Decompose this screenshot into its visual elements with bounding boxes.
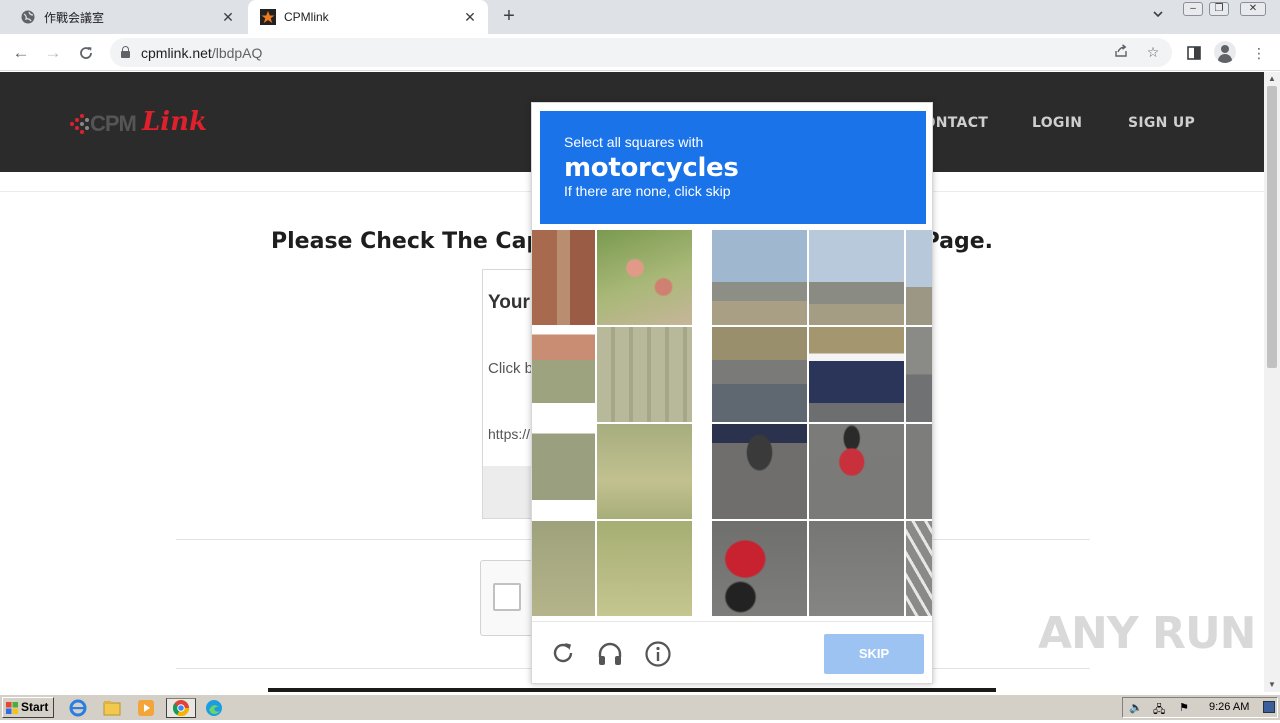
new-tab-button[interactable]: + (498, 6, 520, 28)
challenge-tile[interactable] (712, 424, 807, 519)
challenge-tile[interactable] (906, 230, 932, 325)
start-button[interactable]: Start (2, 697, 54, 718)
explorer-folder-icon[interactable] (102, 698, 126, 718)
kebab-menu-icon[interactable]: ⋮ (1248, 42, 1270, 64)
minimize-button[interactable]: – (1183, 2, 1203, 16)
tab-inactive[interactable]: 作戰会議室 ✕ (0, 0, 246, 34)
challenge-tile[interactable] (597, 424, 692, 519)
challenge-tile[interactable] (597, 521, 692, 616)
challenge-tile[interactable] (809, 424, 904, 519)
challenge-tile[interactable] (532, 424, 595, 519)
page-viewport: CPM Link CONTACT LOGIN SIGN UP Please Ch… (0, 72, 1264, 692)
show-desktop-icon[interactable] (1263, 701, 1275, 713)
network-icon[interactable]: 🖧 (1153, 701, 1165, 720)
globe-icon (20, 9, 36, 25)
tab-close-icon[interactable]: ✕ (220, 9, 236, 25)
reload-icon[interactable] (74, 41, 98, 65)
scrollbar-thumb[interactable] (1267, 86, 1277, 368)
scroll-down-arrow-icon[interactable]: ▼ (1264, 678, 1280, 692)
cpmlink-favicon-icon (260, 9, 276, 25)
challenge-tile[interactable] (809, 521, 904, 616)
ie-icon[interactable] (68, 698, 92, 718)
challenge-tile[interactable] (906, 424, 932, 519)
window-close-button[interactable]: ✕ (1240, 2, 1266, 16)
share-icon[interactable] (1112, 43, 1130, 61)
profile-avatar-icon[interactable] (1214, 41, 1236, 63)
refresh-icon[interactable] (550, 640, 578, 668)
challenge-tile[interactable] (597, 230, 692, 325)
chrome-icon (172, 700, 190, 717)
media-player-icon[interactable] (136, 698, 160, 718)
prompt-hint: If there are none, click skip (564, 183, 731, 199)
logo-dots-icon (70, 114, 89, 134)
challenge-tile[interactable] (809, 327, 904, 422)
url-text: cpmlink.net/lbdpAQ (141, 45, 263, 61)
nav-login-link[interactable]: LOGIN (1032, 115, 1082, 131)
challenge-image-grid (532, 230, 932, 616)
tab-active[interactable]: CPMlink ✕ (248, 0, 488, 34)
challenge-tile[interactable] (712, 327, 807, 422)
prompt-instruction: Select all squares with (564, 134, 704, 150)
volume-icon[interactable]: 🔈 (1129, 701, 1143, 714)
challenge-tile[interactable] (597, 327, 692, 422)
challenge-prompt: Select all squares with motorcycles If t… (540, 111, 926, 224)
challenge-tile[interactable] (712, 230, 807, 325)
challenge-tile[interactable] (906, 327, 932, 422)
chrome-taskbar-button[interactable] (166, 698, 196, 718)
clock: 9:26 AM (1209, 701, 1250, 713)
flag-icon[interactable]: ⚑ (1179, 701, 1189, 714)
cpmlink-logo[interactable]: CPM Link (66, 105, 208, 141)
side-panel-icon[interactable] (1183, 42, 1205, 64)
lock-icon[interactable] (121, 46, 130, 58)
challenge-tile[interactable] (532, 521, 595, 616)
info-icon[interactable] (644, 640, 672, 668)
bottom-banner (268, 688, 996, 692)
system-tray: 🔈 🖧 ⚑ 9:26 AM (1122, 697, 1278, 718)
tab-search-chevron-icon[interactable] (1152, 8, 1164, 23)
browser-toolbar: ← → cpmlink.net/lbdpAQ ☆ ⋮ (0, 34, 1280, 71)
edge-icon[interactable] (204, 698, 228, 718)
tab-title: 作戰会議室 (44, 10, 105, 25)
page-scrollbar[interactable]: ▲ ▼ (1264, 72, 1280, 692)
tab-bar: 作戰会議室 ✕ CPMlink ✕ + – ❐ ✕ (0, 0, 1280, 34)
captcha-checkbox[interactable] (493, 583, 521, 611)
windows-flag-icon (6, 702, 18, 714)
challenge-footer: SKIP (532, 621, 932, 683)
nav-signup-link[interactable]: SIGN UP (1128, 115, 1195, 131)
tab-close-icon[interactable]: ✕ (462, 9, 478, 25)
logo-text-cpm: CPM (90, 111, 137, 136)
scroll-up-arrow-icon[interactable]: ▲ (1264, 72, 1280, 86)
tab-title: CPMlink (284, 10, 329, 24)
audio-headphones-icon[interactable] (596, 640, 624, 668)
start-label: Start (21, 700, 49, 714)
back-arrow-icon[interactable]: ← (9, 41, 33, 65)
challenge-tile[interactable] (532, 327, 595, 422)
bookmark-star-icon[interactable]: ☆ (1144, 43, 1162, 61)
challenge-tile[interactable] (532, 230, 595, 325)
card-url[interactable]: https:// (488, 426, 530, 442)
challenge-tile[interactable] (809, 230, 904, 325)
forward-arrow-icon[interactable]: → (41, 41, 65, 65)
challenge-tile[interactable] (712, 521, 807, 616)
challenge-tile[interactable] (906, 521, 932, 616)
skip-button[interactable]: SKIP (824, 634, 924, 674)
restore-button[interactable]: ❐ (1209, 2, 1229, 16)
captcha-challenge-dialog: Select all squares with motorcycles If t… (531, 102, 933, 684)
anyrun-watermark: ANY RUN (1038, 608, 1256, 659)
address-bar[interactable]: cpmlink.net/lbdpAQ ☆ (110, 38, 1172, 67)
logo-text-link: Link (142, 107, 208, 137)
prompt-target: motorcycles (564, 153, 739, 183)
taskbar: Start 🔈 🖧 ⚑ 9:26 AM (0, 694, 1280, 720)
